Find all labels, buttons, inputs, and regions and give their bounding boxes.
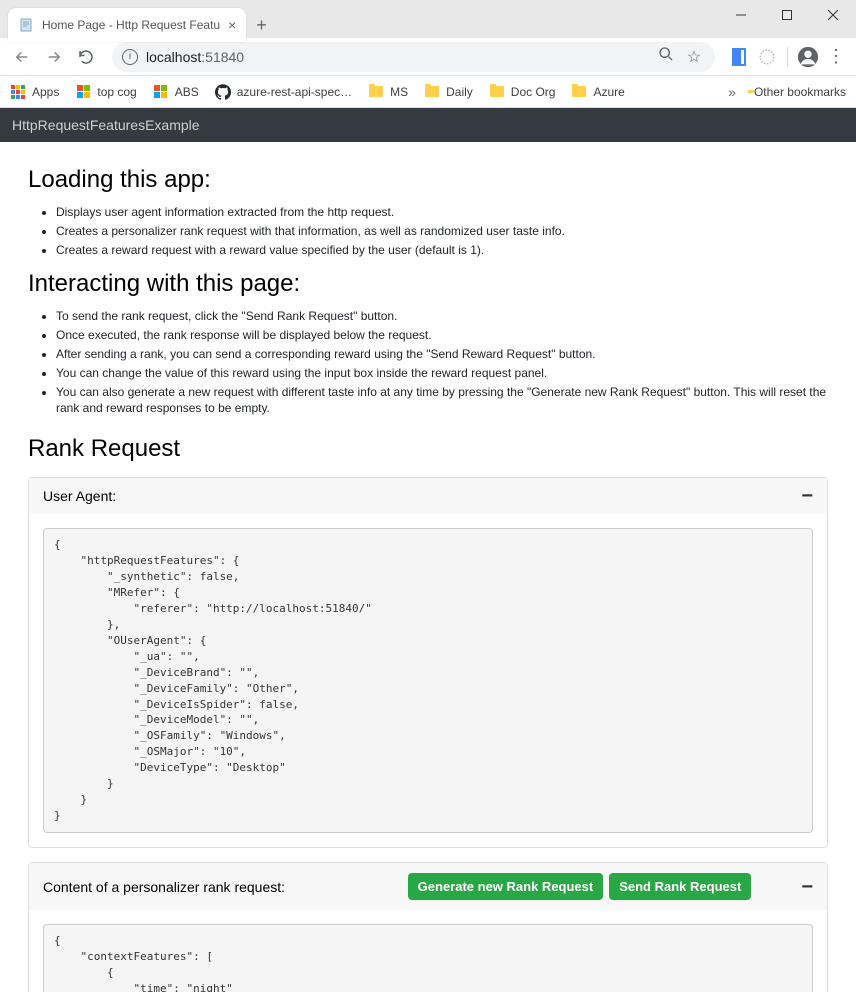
send-rank-request-button[interactable]: Send Rank Request xyxy=(609,873,751,900)
list-item: You can also generate a new request with… xyxy=(56,384,828,418)
minimize-button[interactable] xyxy=(718,0,764,30)
bookmark-label: top cog xyxy=(97,85,136,99)
generate-rank-request-button[interactable]: Generate new Rank Request xyxy=(408,873,604,900)
microsoft-icon xyxy=(153,84,169,100)
site-info-icon[interactable]: i xyxy=(122,49,138,65)
panel-title: User Agent: xyxy=(43,488,801,504)
app-brand[interactable]: HttpRequestFeaturesExample xyxy=(12,117,200,133)
bookmark-label: Azure xyxy=(593,85,624,99)
rank-request-panel-header[interactable]: Content of a personalizer rank request: … xyxy=(29,863,827,910)
profile-avatar-icon[interactable] xyxy=(796,45,820,69)
bookmark-doc-org-folder[interactable]: Doc Org xyxy=(489,84,556,100)
bookmark-label: Daily xyxy=(446,85,473,99)
list-item: To send the rank request, click the "Sen… xyxy=(56,308,828,325)
collapse-toggle-icon[interactable]: − xyxy=(801,491,813,501)
list-item: After sending a rank, you can send a cor… xyxy=(56,346,828,363)
close-tab-icon[interactable]: × xyxy=(228,17,236,33)
kebab-menu-icon[interactable]: ⋮ xyxy=(824,46,848,67)
bookmark-label: Other bookmarks xyxy=(754,85,846,99)
rank-request-panel: Content of a personalizer rank request: … xyxy=(28,862,828,992)
bookmark-apps[interactable]: Apps xyxy=(10,84,59,100)
user-agent-panel: User Agent: − { "httpRequestFeatures": {… xyxy=(28,477,828,848)
heading-rank-request: Rank Request xyxy=(28,435,828,463)
microsoft-icon xyxy=(75,84,91,100)
extension-circle-icon[interactable] xyxy=(755,45,779,69)
window-controls: Home Page - Http Request Featu × + xyxy=(0,0,856,38)
bookmarks-bar: Apps top cog ABS azure-rest-api-spec… MS… xyxy=(0,76,856,108)
rank-request-json: { "contextFeatures": [ { "time": "night"… xyxy=(43,924,813,992)
folder-icon xyxy=(368,84,384,100)
list-item: Creates a personalizer rank request with… xyxy=(56,223,828,240)
reload-button[interactable] xyxy=(72,43,100,71)
interacting-list: To send the rank request, click the "Sen… xyxy=(28,308,828,417)
maximize-button[interactable] xyxy=(764,0,810,30)
list-item: Once executed, the rank response will be… xyxy=(56,327,828,344)
bookmark-daily-folder[interactable]: Daily xyxy=(424,84,473,100)
other-bookmarks-folder[interactable]: Other bookmarks xyxy=(748,85,846,99)
list-item: Displays user agent information extracte… xyxy=(56,204,828,221)
tab-title: Home Page - Http Request Featu xyxy=(42,18,220,32)
heading-interacting: Interacting with this page: xyxy=(28,270,828,298)
bookmark-azure-rest[interactable]: azure-rest-api-spec… xyxy=(215,84,352,100)
heading-loading: Loading this app: xyxy=(28,166,828,194)
extension-reader-icon[interactable] xyxy=(727,45,751,69)
forward-button[interactable] xyxy=(40,43,68,71)
page-scroll-region[interactable]: HttpRequestFeaturesExample Loading this … xyxy=(0,108,856,992)
new-tab-button[interactable]: + xyxy=(256,15,267,36)
bookmark-label: azure-rest-api-spec… xyxy=(237,85,352,99)
bookmark-abs[interactable]: ABS xyxy=(153,84,199,100)
user-agent-panel-header[interactable]: User Agent: − xyxy=(29,478,827,514)
address-bar[interactable]: i localhost:51840 ☆ xyxy=(112,42,715,72)
bookmark-label: MS xyxy=(390,85,408,99)
browser-tab[interactable]: Home Page - Http Request Featu × xyxy=(8,8,246,42)
bookmark-top-cog[interactable]: top cog xyxy=(75,84,136,100)
user-agent-json: { "httpRequestFeatures": { "_synthetic":… xyxy=(43,528,813,833)
github-icon xyxy=(215,84,231,100)
star-bookmark-icon[interactable]: ☆ xyxy=(683,47,705,67)
bookmark-ms-folder[interactable]: MS xyxy=(368,84,408,100)
bookmark-label: ABS xyxy=(175,85,199,99)
bookmark-label: Apps xyxy=(32,85,59,99)
app-navbar: HttpRequestFeaturesExample xyxy=(0,108,856,142)
bookmark-azure-folder[interactable]: Azure xyxy=(571,84,624,100)
bookmark-label: Doc Org xyxy=(511,85,556,99)
list-item: You can change the value of this reward … xyxy=(56,365,828,382)
folder-icon xyxy=(571,84,587,100)
collapse-toggle-icon[interactable]: − xyxy=(801,882,813,892)
close-window-button[interactable] xyxy=(810,0,856,30)
url-text: localhost:51840 xyxy=(146,49,649,65)
list-item: Creates a reward request with a reward v… xyxy=(56,242,828,259)
loading-list: Displays user agent information extracte… xyxy=(28,204,828,258)
folder-icon xyxy=(489,84,505,100)
apps-grid-icon xyxy=(10,84,26,100)
folder-icon xyxy=(424,84,440,100)
panel-title: Content of a personalizer rank request: xyxy=(43,879,408,895)
page-favicon-icon xyxy=(18,17,34,33)
zoom-icon[interactable] xyxy=(655,46,677,67)
bookmarks-overflow-icon[interactable]: » xyxy=(728,84,736,100)
toolbar-divider xyxy=(787,47,788,67)
browser-toolbar: i localhost:51840 ☆ ⋮ xyxy=(0,38,856,76)
back-button[interactable] xyxy=(8,43,36,71)
